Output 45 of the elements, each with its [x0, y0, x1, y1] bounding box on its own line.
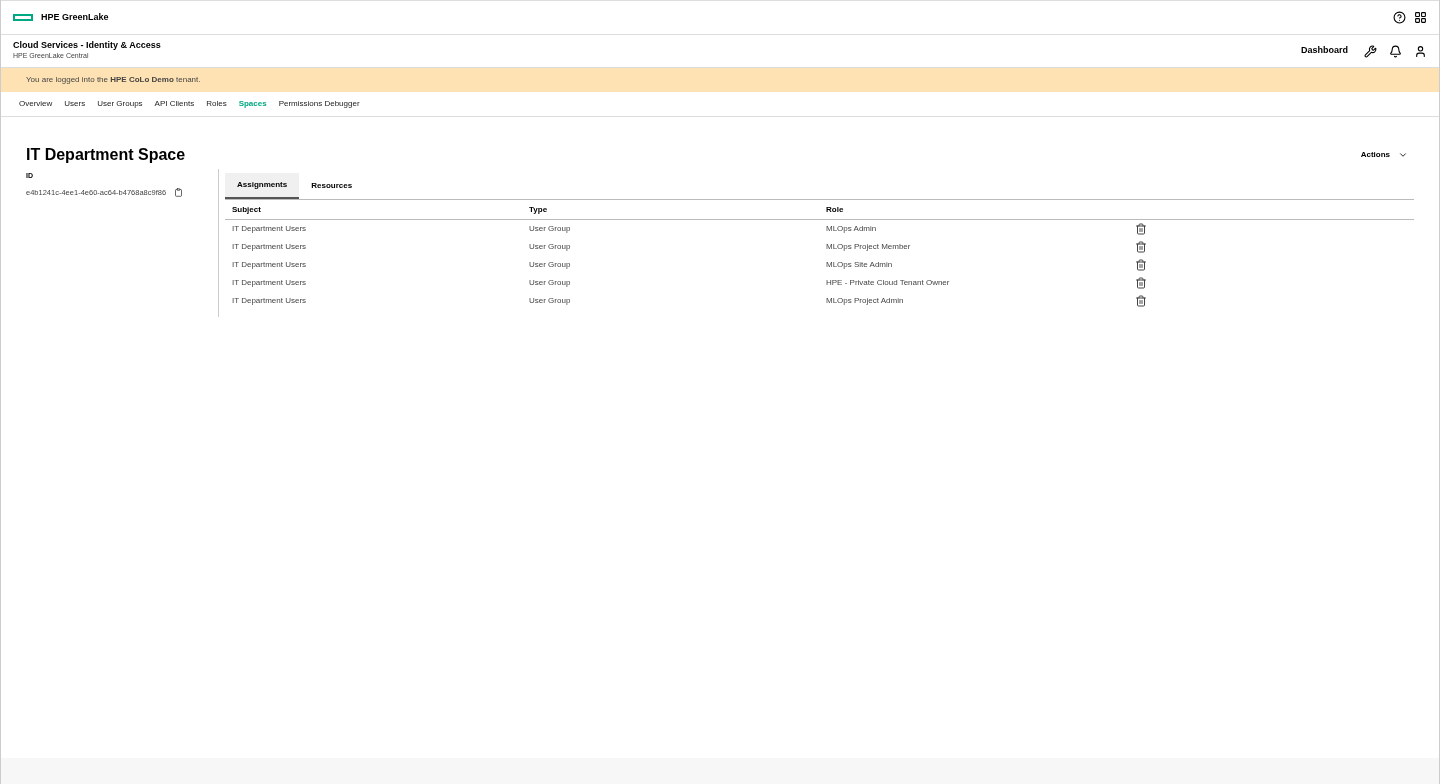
table-cell-text: User Group [529, 295, 572, 307]
column-header: Subject [232, 203, 262, 216]
delete-icon[interactable] [1135, 223, 1147, 235]
delete-icon[interactable] [1135, 295, 1147, 307]
table-cell-text: MLOps Admin [826, 223, 878, 235]
table-cell-text: User Group [529, 241, 572, 253]
nav-tab[interactable]: Overview [19, 98, 53, 110]
column-header: Role [826, 203, 845, 216]
nav-tab[interactable]: User Groups [97, 98, 143, 110]
delete-icon[interactable] [1135, 241, 1147, 253]
notifications-icon[interactable] [1389, 44, 1402, 58]
table-cell-text: MLOps Project Member [826, 241, 912, 253]
table-cell-text: IT Department Users [232, 295, 308, 307]
table-cell-text: IT Department Users [232, 259, 308, 271]
delete-icon[interactable] [1135, 277, 1147, 289]
table-cell-text: User Group [529, 277, 572, 289]
tenant-banner: You are logged into the HPE CoLo Demo tenant. [1, 68, 1439, 92]
nav-tab[interactable]: Roles [206, 98, 227, 110]
nav-tab[interactable]: Permissions Debugger [278, 98, 360, 110]
actions-button[interactable]: Actions [1360, 149, 1408, 161]
table-cell-text: User Group [529, 259, 572, 271]
logo-icon [13, 14, 33, 21]
chevron-down-icon [1398, 150, 1408, 160]
table-cell-text: HPE - Private Cloud Tenant Owner [826, 277, 951, 289]
content-tab[interactable]: Assignments [225, 173, 300, 199]
content-tab[interactable]: Resources [299, 173, 365, 199]
app-grid-icon[interactable] [1414, 11, 1427, 24]
wrench-icon[interactable] [1364, 44, 1377, 58]
help-icon[interactable] [1393, 11, 1406, 24]
table-cell-text: IT Department Users [232, 241, 308, 253]
delete-icon[interactable] [1135, 259, 1147, 271]
table-cell-text: MLOps Project Admin [826, 295, 905, 307]
page-title: IT Department Space [26, 145, 186, 165]
copy-icon[interactable] [174, 187, 184, 197]
user-icon[interactable] [1414, 44, 1427, 58]
app-title: Cloud Services - Identity & Access [13, 40, 161, 52]
table-cell-text: User Group [529, 223, 572, 235]
nav-tab[interactable]: API Clients [154, 98, 195, 110]
table-cell-text: IT Department Users [232, 223, 308, 235]
table-cell-text: IT Department Users [232, 277, 308, 289]
brand-name: HPE GreenLake [41, 10, 109, 24]
column-header: Type [529, 203, 549, 216]
table-cell-text: MLOps Site Admin [826, 259, 894, 271]
nav-tab[interactable]: Users [64, 98, 86, 110]
dashboard-link[interactable]: Dashboard [1301, 44, 1348, 58]
